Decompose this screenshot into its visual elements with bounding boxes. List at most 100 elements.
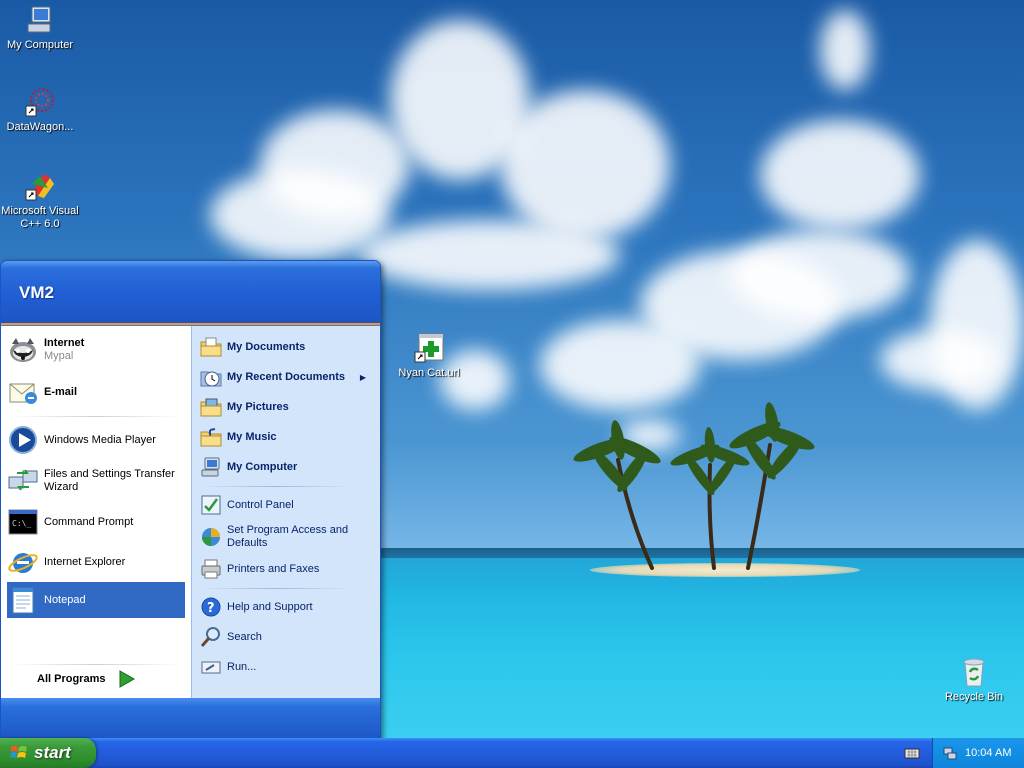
separator <box>11 664 181 665</box>
pinned-internet-label: Internet <box>44 337 85 349</box>
setting-control-panel[interactable]: Control Panel <box>200 492 376 518</box>
desktop-icon-nyan-cat[interactable]: Nyan Cat.url <box>389 332 469 380</box>
desktop-icon-label: My Computer <box>6 39 74 51</box>
recent-label: Notepad <box>44 593 86 606</box>
recent-documents-icon <box>200 371 222 387</box>
start-button[interactable]: start <box>0 738 96 768</box>
place-label: My Music <box>227 430 277 443</box>
place-my-pictures[interactable]: My Pictures <box>200 394 376 420</box>
datawagon-icon <box>25 88 54 117</box>
visual-cpp-icon <box>25 174 54 201</box>
keyboard-icon[interactable] <box>904 746 920 760</box>
desktop-icon-label: Microsoft Visual C++ 6.0 <box>1 205 79 230</box>
submenu-arrow-icon: ▶ <box>359 372 366 382</box>
desktop-icon-label: DataWagon... <box>6 121 74 133</box>
help-icon: ? <box>201 597 221 617</box>
place-my-music[interactable]: My Music <box>200 424 376 450</box>
recent-internet-explorer[interactable]: Internet Explorer <box>7 544 185 580</box>
pinned-internet-sub: Mypal <box>44 350 74 362</box>
all-programs-button[interactable]: All Programs <box>37 670 136 688</box>
recent-windows-media-player[interactable]: Windows Media Player <box>7 422 185 458</box>
my-pictures-icon <box>200 398 222 417</box>
place-label: My Pictures <box>227 400 289 413</box>
recent-label: Files and Settings Transfer Wizard <box>44 468 175 493</box>
start-menu-places: My Documents My Recent Documents ▶ My Pi… <box>191 326 380 698</box>
clock[interactable]: 10:04 AM <box>965 747 1011 759</box>
notepad-icon <box>12 587 34 614</box>
printer-icon <box>201 559 221 579</box>
desktop-icon-visual-cpp[interactable]: Microsoft Visual C++ 6.0 <box>0 170 80 231</box>
search[interactable]: Search <box>200 624 376 650</box>
all-programs-label: All Programs <box>37 673 106 685</box>
recent-notepad[interactable]: Notepad <box>7 582 185 618</box>
mypal-browser-icon <box>10 338 36 362</box>
palm-trees <box>573 402 815 570</box>
cloud <box>360 220 620 290</box>
place-label: My Computer <box>227 460 298 473</box>
recent-label: Command Prompt <box>44 515 134 528</box>
command-prompt-icon: C:\_ <box>8 509 38 535</box>
setting-program-access[interactable]: Set Program Access and Defaults <box>200 522 376 552</box>
separator <box>11 416 181 417</box>
setting-label: Printers and Faxes <box>227 562 320 575</box>
start-label: start <box>34 743 71 762</box>
place-label: My Documents <box>227 340 306 353</box>
recycle-bin-icon <box>963 658 985 687</box>
start-menu: VM2 Internet Mypal E-mail Windows Media … <box>0 260 381 740</box>
cloud <box>880 330 1000 390</box>
sea <box>380 558 1024 738</box>
desktop-icon-my-computer[interactable]: My Computer <box>0 4 80 52</box>
system-tray: 10:04 AM <box>932 738 1024 768</box>
windows-logo-icon <box>10 746 27 758</box>
pinned-email[interactable]: E-mail <box>7 374 185 410</box>
desktop-icon-datawagon[interactable]: DataWagon... <box>0 86 80 134</box>
help-and-support[interactable]: ? Help and Support <box>200 594 376 620</box>
start-menu-programs: Internet Mypal E-mail Windows Media Play… <box>1 326 191 698</box>
desktop-icon-recycle-bin[interactable]: Recycle Bin <box>934 656 1014 704</box>
internet-explorer-icon <box>8 553 38 573</box>
setting-label: Set Program Access and Defaults <box>227 524 349 549</box>
pinned-email-label: E-mail <box>44 385 78 398</box>
my-music-icon <box>200 428 222 447</box>
my-documents-icon <box>200 337 222 357</box>
place-label: My Recent Documents <box>227 370 345 383</box>
my-computer-icon <box>27 6 51 33</box>
desktop-icon-label: Recycle Bin <box>944 691 1004 703</box>
cloud <box>820 10 870 90</box>
transfer-wizard-icon <box>8 469 38 491</box>
green-arrow-icon <box>119 670 136 688</box>
recent-files-settings-transfer[interactable]: Files and Settings Transfer Wizard <box>7 462 185 500</box>
recent-label: Internet Explorer <box>44 555 126 568</box>
svg-text:C:\_: C:\_ <box>12 519 31 528</box>
help-label: Run... <box>227 660 257 673</box>
place-my-recent-documents[interactable]: My Recent Documents ▶ <box>200 364 376 390</box>
pinned-internet[interactable]: Internet Mypal <box>7 332 185 368</box>
help-label: Help and Support <box>227 600 313 613</box>
run-icon <box>201 661 221 674</box>
start-menu-header: VM2 <box>1 261 380 325</box>
cloud <box>500 90 670 240</box>
run[interactable]: Run... <box>200 654 376 680</box>
svg-text:?: ? <box>207 601 215 616</box>
start-menu-footer <box>1 698 380 739</box>
taskbar: start 10:04 AM <box>0 738 1024 768</box>
search-icon <box>200 627 220 647</box>
recent-command-prompt[interactable]: C:\_ Command Prompt <box>7 504 185 540</box>
control-panel-icon <box>201 495 221 515</box>
desktop-icon-label: Nyan Cat.url <box>398 367 460 379</box>
media-player-icon <box>9 426 37 454</box>
internet-shortcut-icon <box>414 333 444 363</box>
my-computer-icon <box>201 457 220 477</box>
program-access-icon <box>202 528 220 546</box>
place-my-documents[interactable]: My Documents <box>200 334 376 360</box>
help-label: Search <box>227 630 262 643</box>
setting-printers-faxes[interactable]: Printers and Faxes <box>200 556 376 582</box>
cloud <box>730 230 910 320</box>
separator <box>200 588 352 589</box>
separator <box>200 486 352 487</box>
email-icon <box>9 383 37 404</box>
cloud <box>760 120 920 230</box>
place-my-computer[interactable]: My Computer <box>200 454 376 480</box>
network-icon[interactable] <box>943 746 957 760</box>
cloud <box>260 110 410 220</box>
